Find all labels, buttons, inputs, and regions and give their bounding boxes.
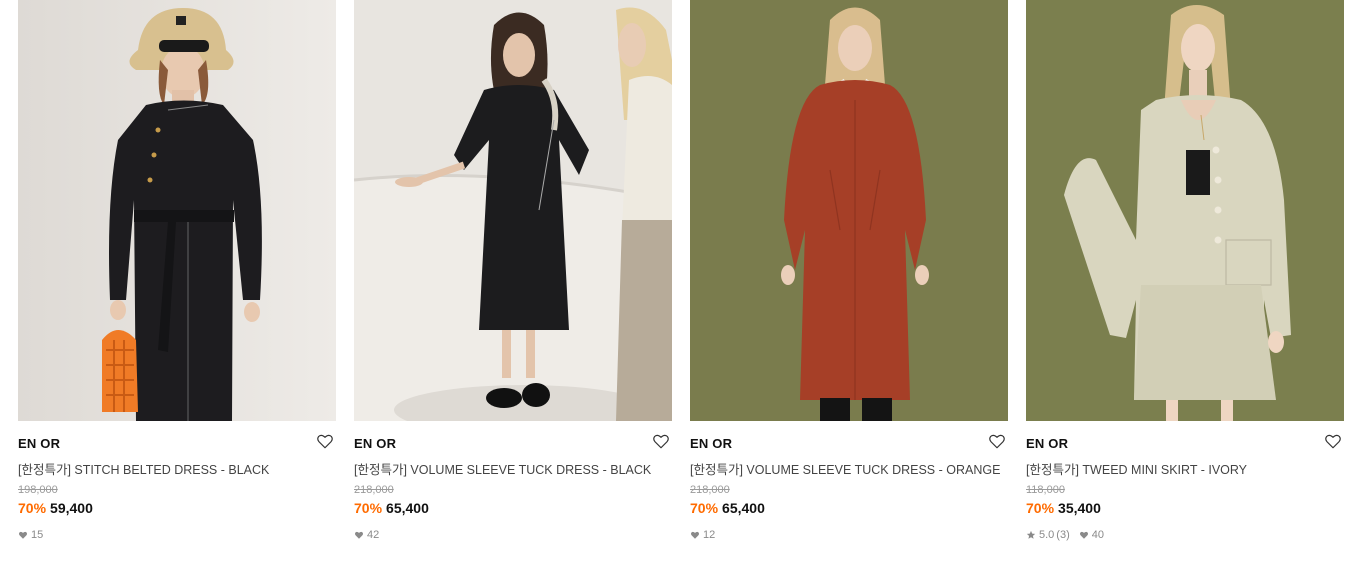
price-row: 70% 59,400 (18, 500, 93, 516)
heart-filled-icon (18, 531, 28, 539)
like-count-value: 12 (703, 529, 716, 541)
price-row: 70% 65,400 (354, 500, 429, 516)
product-stats: 42 (354, 529, 388, 541)
price-row: 70% 65,400 (690, 500, 765, 516)
rating-value: 5.0 (1039, 529, 1055, 541)
review-count: (3) (1056, 529, 1070, 541)
rating: 5.0 (3) (1026, 529, 1070, 541)
product-photo (354, 0, 672, 421)
product-image-link[interactable] (18, 0, 336, 421)
heart-filled-icon (1079, 531, 1088, 539)
product-name[interactable]: [한정특가] TWEED MINI SKIRT - IVORY (1026, 459, 1336, 478)
product-image-link[interactable] (690, 0, 1008, 421)
discount-rate: 70% (1026, 500, 1055, 516)
product-card: EN OR [한정특가] VOLUME SLEEVE TUCK DRESS - … (354, 0, 672, 562)
star-icon (1026, 530, 1036, 539)
original-price: 218,000 (690, 484, 730, 496)
wishlist-heart-icon[interactable] (1324, 432, 1342, 450)
like-count: 15 (18, 529, 43, 541)
product-image-link[interactable] (354, 0, 672, 421)
original-price: 198,000 (18, 484, 58, 496)
product-stats: 15 (18, 529, 52, 541)
product-stats: 5.0 (3) 40 (1026, 529, 1113, 541)
product-photo (1026, 0, 1344, 421)
wishlist-heart-icon[interactable] (316, 432, 334, 450)
heart-filled-icon (690, 531, 700, 539)
like-count: 40 (1079, 529, 1104, 541)
brand-name[interactable]: EN OR (354, 436, 396, 451)
product-name[interactable]: [한정특가] VOLUME SLEEVE TUCK DRESS - BLACK (354, 459, 664, 478)
product-grid: EN OR [한정특가] STITCH BELTED DRESS - BLACK… (0, 0, 1354, 562)
discount-rate: 70% (354, 500, 383, 516)
brand-name[interactable]: EN OR (690, 436, 732, 451)
product-card: EN OR [한정특가] STITCH BELTED DRESS - BLACK… (18, 0, 336, 562)
price-row: 70% 35,400 (1026, 500, 1101, 516)
original-price: 218,000 (354, 484, 394, 496)
brand-name[interactable]: EN OR (18, 436, 60, 451)
like-count-value: 15 (31, 529, 44, 541)
like-count-value: 42 (367, 529, 380, 541)
product-image-link[interactable] (1026, 0, 1344, 421)
like-count: 12 (690, 529, 715, 541)
product-card: EN OR [한정특가] TWEED MINI SKIRT - IVORY 11… (1026, 0, 1344, 562)
like-count: 42 (354, 529, 379, 541)
product-stats: 12 (690, 529, 724, 541)
sale-price: 65,400 (722, 500, 765, 516)
product-photo (690, 0, 1008, 421)
sale-price: 65,400 (386, 500, 429, 516)
product-name[interactable]: [한정특가] VOLUME SLEEVE TUCK DRESS - ORANGE (690, 459, 1000, 478)
sale-price: 35,400 (1058, 500, 1101, 516)
sale-price: 59,400 (50, 500, 93, 516)
wishlist-heart-icon[interactable] (988, 432, 1006, 450)
product-card: EN OR [한정특가] VOLUME SLEEVE TUCK DRESS - … (690, 0, 1008, 562)
heart-filled-icon (354, 531, 364, 539)
discount-rate: 70% (18, 500, 47, 516)
product-name[interactable]: [한정특가] STITCH BELTED DRESS - BLACK (18, 459, 328, 478)
product-photo (18, 0, 336, 421)
wishlist-heart-icon[interactable] (652, 432, 670, 450)
brand-name[interactable]: EN OR (1026, 436, 1068, 451)
discount-rate: 70% (690, 500, 719, 516)
like-count-value: 40 (1091, 529, 1104, 541)
original-price: 118,000 (1026, 484, 1065, 496)
